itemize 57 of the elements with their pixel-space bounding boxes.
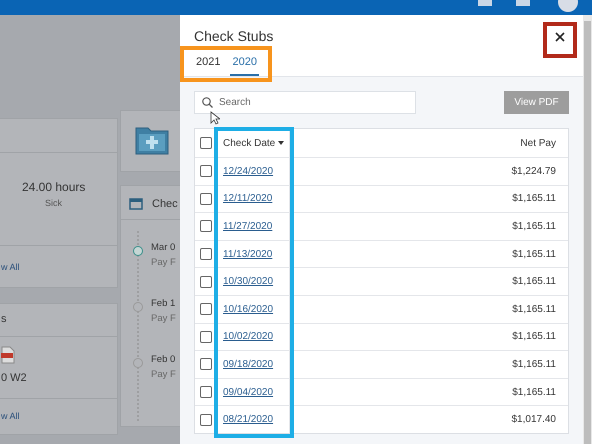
table-cell-text: $1,165.11 [511, 358, 557, 370]
date-link[interactable]: 11/13/2020 [223, 248, 272, 260]
calendar-icon [129, 198, 143, 210]
event-date: Feb 0 [151, 354, 176, 365]
table-cell-text: $1,165.11 [511, 276, 557, 288]
row-checkbox[interactable] [200, 248, 212, 260]
view-all-link[interactable]: w All [1, 262, 20, 272]
column-header: Net Pay [519, 138, 557, 148]
search-field[interactable]: Search [194, 91, 416, 114]
event-date: Mar 0 [151, 242, 176, 253]
row-checkbox[interactable] [200, 165, 212, 178]
row-checkbox[interactable] [200, 330, 212, 343]
close-icon [555, 32, 565, 42]
document-name[interactable]: 0 W2 [1, 372, 27, 384]
table-cell-text: $1,224.79 [510, 166, 557, 177]
event-label: Pay F [151, 369, 176, 380]
table-cell-text: $1,165.11 [511, 220, 557, 232]
select-all-checkbox[interactable] [200, 137, 212, 149]
event-label: Pay F [151, 257, 176, 268]
scrollbar[interactable] [583, 15, 592, 444]
date-link[interactable]: 11/27/2020 [223, 220, 272, 232]
row-checkbox[interactable] [200, 303, 212, 316]
date-link[interactable]: 09/18/2020 [223, 358, 274, 370]
card-title: s [1, 313, 6, 325]
card-title: Chec [152, 198, 178, 210]
year-tab[interactable]: 2021 [194, 54, 222, 76]
date-link[interactable]: 12/11/2020 [223, 193, 272, 204]
panel-title: Check Stubs [194, 28, 274, 44]
date-link[interactable]: 08/21/2020 [223, 414, 274, 426]
table-cell-text: $1,165.11 [511, 248, 557, 260]
date-link[interactable]: 10/02/2020 [223, 331, 274, 342]
pdf-file-icon [1, 346, 15, 364]
row-checkbox[interactable] [200, 386, 212, 398]
folder-plus-icon[interactable] [135, 125, 169, 155]
table-cell-text: $1,165.11 [511, 304, 557, 315]
cursor-icon [210, 111, 220, 125]
date-link[interactable]: 12/24/2020 [223, 166, 274, 177]
row-checkbox[interactable] [200, 276, 212, 288]
view-all-link[interactable]: w All [1, 411, 20, 421]
table-cell-text: $1,165.11 [511, 193, 557, 204]
row-checkbox[interactable] [200, 358, 212, 370]
search-icon [202, 97, 213, 108]
sort-caret-icon [278, 141, 284, 145]
table-cell-text: $1,017.40 [510, 414, 557, 426]
hours-value: 24.00 hours [22, 180, 86, 194]
row-checkbox[interactable] [200, 220, 212, 232]
row-checkbox[interactable] [200, 414, 212, 426]
date-link[interactable]: 10/16/2020 [223, 304, 274, 315]
table-cell-text: $1,165.11 [511, 386, 557, 398]
event-label: Pay F [151, 313, 176, 324]
leave-type: Sick [45, 198, 62, 208]
event-date: Feb 1 [151, 298, 176, 309]
table-cell-text: $1,165.11 [511, 331, 557, 342]
row-checkbox[interactable] [200, 192, 212, 205]
date-link[interactable]: 09/04/2020 [223, 386, 274, 398]
column-header[interactable]: Check Date [223, 138, 284, 148]
date-link[interactable]: 10/30/2020 [223, 276, 274, 288]
